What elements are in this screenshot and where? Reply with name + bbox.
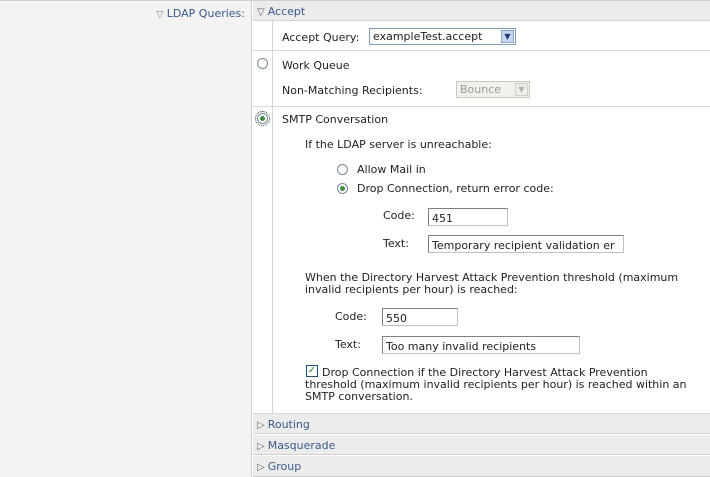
smtp-conversation-row: SMTP Conversation If the LDAP server is …: [253, 107, 710, 414]
checkmark-icon: ✓: [307, 365, 317, 376]
dhap-text-input[interactable]: Too many invalid recipients: [382, 336, 580, 354]
triangle-down-icon: ▽: [156, 10, 164, 20]
chevron-down-icon: ▼: [501, 30, 514, 43]
code-label: Code:: [383, 209, 415, 222]
error-code-input[interactable]: 451: [428, 208, 508, 226]
accept-query-value: exampleTest.accept: [373, 30, 483, 43]
triangle-right-icon: ▷: [257, 420, 265, 431]
allow-mail-label: Allow Mail in: [357, 163, 426, 176]
accept-section-header[interactable]: ▽ Accept: [253, 1, 710, 21]
routing-section-title: Routing: [267, 418, 310, 431]
work-queue-radio[interactable]: [257, 58, 268, 69]
group-section-title: Group: [267, 460, 302, 473]
masquerade-section-header[interactable]: ▷ Masquerade: [253, 435, 710, 455]
accept-query-select[interactable]: exampleTest.accept ▼: [369, 28, 516, 45]
masquerade-section-title: Masquerade: [267, 439, 336, 452]
group-section-header[interactable]: ▷ Group: [253, 456, 710, 477]
non-matching-recipients-value: Bounce: [460, 83, 502, 96]
drop-connection-label: Drop Connection, return error code:: [357, 182, 554, 195]
non-matching-recipients-select[interactable]: Bounce ▼: [456, 81, 530, 98]
triangle-down-icon: ▽: [257, 7, 265, 18]
error-text-input[interactable]: Temporary recipient validation er: [428, 235, 624, 253]
smtp-radio-cell: [253, 107, 273, 413]
smtp-conversation-radio[interactable]: [255, 111, 270, 126]
non-matching-recipients-label: Non-Matching Recipients:: [282, 84, 423, 97]
ldap-unreachable-heading: If the LDAP server is unreachable:: [305, 138, 492, 151]
accept-section-title: Accept: [267, 5, 306, 18]
smtp-conversation-label: SMTP Conversation: [282, 113, 389, 126]
empty-radio-cell: [253, 21, 273, 50]
dhap-heading-line2: invalid recipients per hour) is reached:: [305, 283, 518, 296]
chevron-down-icon: ▼: [515, 83, 528, 96]
accept-query-row: Accept Query: exampleTest.accept ▼: [253, 21, 710, 51]
dhap-code-label: Code:: [335, 310, 367, 323]
work-queue-label: Work Queue: [282, 59, 350, 72]
drop-connection-radio[interactable]: [337, 183, 348, 194]
text-label: Text:: [383, 237, 409, 250]
accept-query-label: Accept Query:: [282, 31, 360, 44]
routing-section-header[interactable]: ▷ Routing: [253, 414, 710, 434]
label-column: ▽ LDAP Queries:: [0, 1, 252, 477]
dhap-code-input[interactable]: 550: [382, 308, 458, 326]
ldap-queries-panel: ▽ LDAP Queries: ▽ Accept Accept Query: ex…: [0, 0, 710, 477]
triangle-right-icon: ▷: [257, 462, 265, 473]
drop-checkbox-label-line3: SMTP conversation.: [305, 390, 413, 403]
triangle-right-icon: ▷: [257, 441, 265, 452]
work-queue-row: Work Queue Non-Matching Recipients: Boun…: [253, 51, 710, 107]
drop-connection-checkbox[interactable]: ✓: [306, 365, 318, 377]
work-queue-radio-cell: [253, 51, 273, 106]
ldap-queries-label: ▽ LDAP Queries:: [156, 7, 245, 20]
allow-mail-radio[interactable]: [337, 164, 348, 175]
dhap-text-label: Text:: [335, 338, 361, 351]
